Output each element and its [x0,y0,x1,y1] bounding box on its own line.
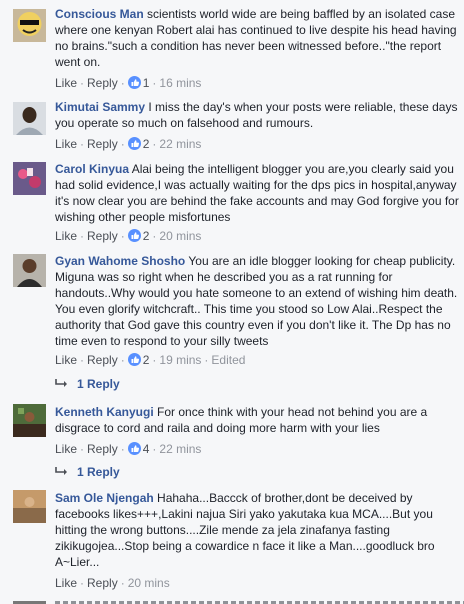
avatar-icon [13,490,46,523]
reply-button[interactable]: Reply [87,353,118,367]
like-reaction-icon[interactable] [127,229,141,243]
comment-timestamp[interactable]: 22 mins [159,137,201,151]
comment-author[interactable]: Carol Kinyua [55,162,129,176]
like-button[interactable]: Like [55,229,77,243]
comment-actions: Like · Reply · 2 · 19 mins · Edited [55,353,246,367]
like-reaction-icon[interactable] [127,442,141,456]
like-reaction-icon[interactable] [127,76,141,90]
comment: Sam Ole Njengah Hahaha...Baccck of broth… [0,490,464,590]
avatar[interactable] [13,404,46,437]
like-button[interactable]: Like [55,76,77,90]
comment-author[interactable]: Conscious Man [55,7,144,21]
reply-arrow-icon [55,467,67,475]
avatar[interactable] [13,490,46,523]
avatar[interactable] [13,254,46,287]
reply-button[interactable]: Reply [87,76,118,90]
like-button[interactable]: Like [55,576,77,590]
avatar-icon [13,162,46,195]
comment: Conscious Man scientists world wide are … [0,6,464,90]
partial-comment [0,595,464,604]
avatar-icon [13,404,46,437]
replies-count[interactable]: 1 Reply [77,465,120,479]
comment-author[interactable]: Sam Ole Njengah [55,491,154,505]
like-reaction-icon[interactable] [127,353,141,367]
comment-author[interactable]: Gyan Wahome Shosho [55,254,185,268]
comment-text: You are an idle blogger looking for chea… [55,254,458,348]
comment-actions: Like · Reply · 1 · 16 mins [55,76,202,90]
like-button[interactable]: Like [55,137,77,151]
comment: Kenneth Kanyugi For once think with your… [0,404,464,458]
avatar[interactable] [13,9,46,42]
reply-button[interactable]: Reply [87,137,118,151]
comment-actions: Like · Reply · 4 · 22 mins [55,442,202,456]
avatar-icon [13,102,46,135]
view-replies-link[interactable]: 1 Reply [55,464,120,480]
like-button[interactable]: Like [55,442,77,456]
replies-count[interactable]: 1 Reply [77,377,120,391]
avatar-icon [13,254,46,287]
comment: Kimutai Sammy I miss the day's when your… [0,99,464,153]
comment-actions: Like · Reply · 20 mins [55,576,170,590]
comment-author[interactable]: Kenneth Kanyugi [55,405,154,419]
reply-arrow-icon [55,379,67,387]
reply-button[interactable]: Reply [87,229,118,243]
comment-timestamp[interactable]: 20 mins [159,229,201,243]
reply-button[interactable]: Reply [87,576,118,590]
reply-button[interactable]: Reply [87,442,118,456]
comment-timestamp[interactable]: 22 mins [159,442,201,456]
comment-actions: Like · Reply · 2 · 20 mins [55,229,202,243]
edited-label[interactable]: Edited [211,353,245,367]
comment-timestamp[interactable]: 20 mins [128,576,170,590]
comment-actions: Like · Reply · 2 · 22 mins [55,137,202,151]
view-replies-link[interactable]: 1 Reply [55,376,120,392]
comment-timestamp[interactable]: 19 mins [159,353,201,367]
like-button[interactable]: Like [55,353,77,367]
avatar[interactable] [13,162,46,195]
comment: Gyan Wahome Shosho You are an idle blogg… [0,253,464,393]
comment: Carol Kinyua Alai being the intelligent … [0,161,464,245]
avatar-icon [13,9,46,42]
avatar[interactable] [13,102,46,135]
comment-author[interactable]: Kimutai Sammy [55,100,145,114]
like-reaction-icon[interactable] [127,137,141,151]
comment-timestamp[interactable]: 16 mins [159,76,201,90]
